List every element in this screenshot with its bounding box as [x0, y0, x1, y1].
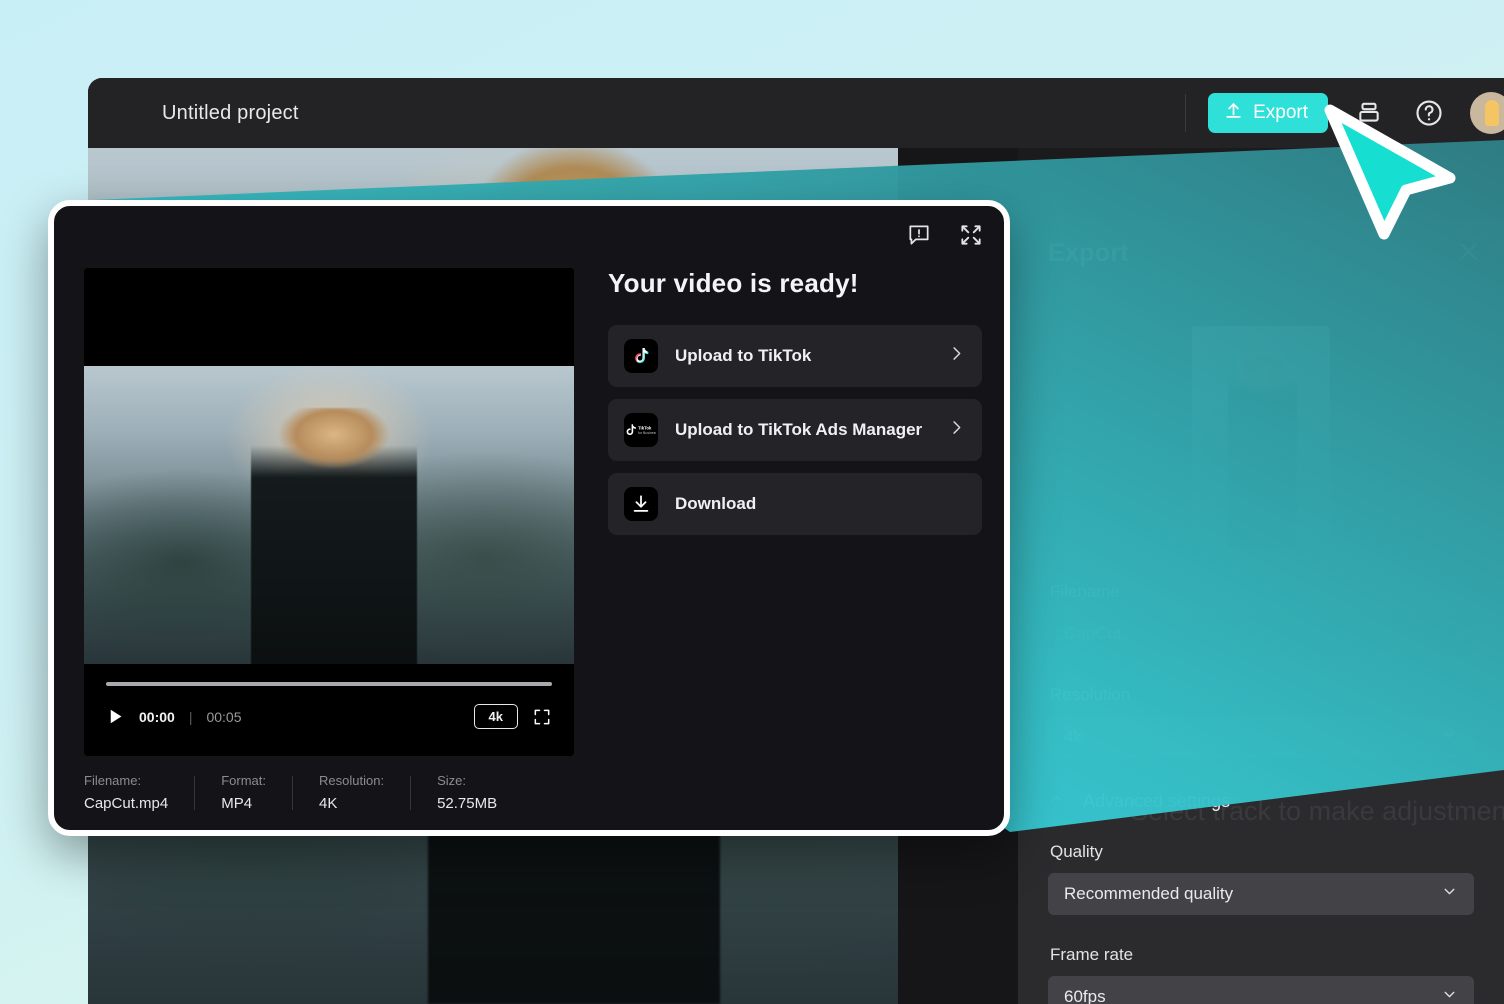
dialog-content: Your video is ready! Upload to TikTok Ti…: [608, 268, 982, 547]
quality-badge[interactable]: 4k: [473, 704, 518, 729]
upload-icon: [1224, 101, 1243, 126]
video-picture: [84, 366, 574, 664]
resolution-label: Resolution: [1050, 685, 1131, 704]
meta-value: 52.75MB: [437, 795, 498, 812]
meta-key: Format:: [221, 773, 267, 788]
meta-value: 4K: [319, 795, 338, 812]
avatar[interactable]: [1470, 92, 1504, 134]
frame-rate-label: Frame rate: [1050, 945, 1134, 964]
video-frame: [84, 268, 574, 664]
panel-body: Filename CapCut Resolution 4k Advanced s…: [1018, 290, 1504, 1004]
dialog-heading: Your video is ready!: [608, 268, 859, 298]
export-ready-dialog: 00:00 | 00:05 4k Your video is ready! Up…: [48, 200, 1010, 836]
export-button[interactable]: Export: [1208, 93, 1328, 133]
meta-key: Filename:: [84, 773, 142, 788]
meta-resolution: Resolution: 4K: [319, 773, 410, 812]
panel-header: Export: [1018, 218, 1504, 290]
action-label: Upload to TikTok Ads Manager: [675, 420, 923, 439]
meta-value: MP4: [221, 795, 253, 812]
action-label: Upload to TikTok: [675, 346, 812, 365]
advanced-settings-toggle[interactable]: Advanced settings: [1048, 790, 1474, 812]
video-player: 00:00 | 00:05 4k: [84, 268, 574, 756]
titlebar: Untitled project Export: [88, 78, 1504, 148]
download-button[interactable]: Download: [608, 473, 982, 535]
action-label: Download: [675, 494, 757, 513]
thumbnail-subject: [1227, 357, 1297, 548]
layout-icon[interactable]: [1350, 94, 1388, 132]
page-title: Untitled project: [162, 101, 299, 124]
upload-to-tiktok-button[interactable]: Upload to TikTok: [608, 325, 982, 387]
divider: [194, 775, 196, 810]
upload-to-tiktok-ads-manager-button[interactable]: TikTok for Business Upload to TikTok Ads…: [608, 399, 982, 461]
close-icon[interactable]: [1455, 238, 1482, 270]
svg-text:for Business: for Business: [638, 431, 656, 435]
divider: [410, 775, 412, 810]
divider: [1185, 94, 1187, 132]
chevron-down-icon: [1441, 726, 1458, 748]
quality-label: Quality: [1050, 842, 1103, 861]
frame-rate-select[interactable]: 60fps: [1048, 976, 1474, 1004]
titlebar-actions: Export: [1185, 78, 1504, 148]
controls-row: 00:00 | 00:05 4k: [106, 704, 552, 729]
dialog-topbar: [906, 222, 984, 253]
chevron-down-icon: [1441, 986, 1458, 1004]
meta-size: Size: 52.75MB: [437, 773, 523, 812]
quality-select[interactable]: Recommended quality: [1048, 873, 1474, 915]
resolution-select[interactable]: 4k: [1048, 716, 1474, 758]
panel-title: Export: [1048, 239, 1129, 267]
meta-filename: Filename: CapCut.mp4: [84, 773, 194, 812]
export-metadata: Filename: CapCut.mp4 Format: MP4 Resolut…: [84, 773, 523, 812]
filename-label: Filename: [1050, 582, 1120, 601]
chevron-up-icon: [1048, 790, 1065, 812]
chevron-down-icon: [1441, 883, 1458, 905]
meta-value: CapCut.mp4: [84, 795, 169, 812]
divider: [292, 775, 294, 810]
export-panel: Select track to make adjustments Export …: [1018, 218, 1504, 1004]
fullscreen-icon[interactable]: [532, 707, 552, 727]
play-icon[interactable]: [106, 707, 125, 726]
export-button-label: Export: [1253, 102, 1308, 123]
chevron-right-icon: [947, 418, 966, 442]
feedback-icon[interactable]: [906, 222, 932, 253]
resolution-value: 4k: [1064, 727, 1082, 746]
meta-format: Format: MP4: [221, 773, 292, 812]
export-thumbnail: [1192, 326, 1330, 548]
filename-input[interactable]: CapCut: [1048, 613, 1474, 655]
help-circle-icon[interactable]: [1410, 94, 1448, 132]
collapse-icon[interactable]: [958, 222, 984, 253]
meta-key: Resolution:: [319, 773, 385, 788]
tiktok-icon: [624, 339, 658, 373]
current-time: 00:00: [139, 708, 175, 725]
chevron-right-icon: [947, 344, 966, 368]
quality-value: Recommended quality: [1064, 884, 1234, 903]
time-separator: |: [188, 708, 193, 725]
letterbox-bar: [84, 268, 574, 366]
advanced-settings-label: Advanced settings: [1083, 790, 1231, 811]
svg-text:TikTok: TikTok: [638, 426, 652, 431]
total-time: 00:05: [206, 708, 242, 725]
progress-bar[interactable]: [106, 682, 552, 686]
tiktok-business-icon: TikTok for Business: [624, 413, 658, 447]
video-subject: [250, 407, 418, 664]
download-icon: [624, 487, 658, 521]
video-controls: 00:00 | 00:05 4k: [84, 664, 574, 756]
frame-rate-value: 60fps: [1064, 987, 1106, 1004]
meta-key: Size:: [437, 773, 466, 788]
